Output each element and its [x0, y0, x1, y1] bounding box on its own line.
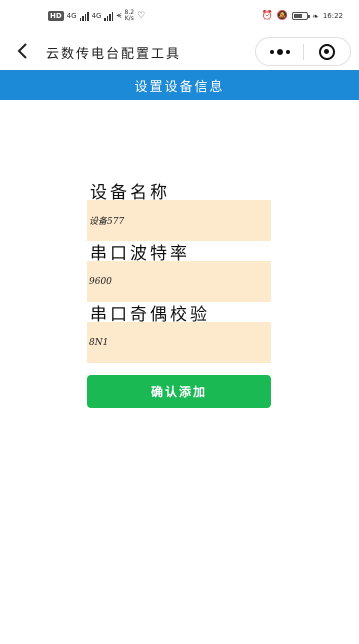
- battery-icon: [292, 12, 311, 20]
- page-title: 云数传电台配置工具: [46, 47, 182, 62]
- status-bar: HD 4G 4G ⪪ 8.2 K/s ♡ ⏰ 🔕 ❧ 16:22: [0, 0, 359, 34]
- leaf-icon: ❧: [312, 11, 319, 21]
- status-right: ⏰ 🔕 ❧ 16:22: [262, 11, 343, 21]
- hd-badge: HD: [48, 11, 64, 21]
- section-header: 设置设备信息: [0, 70, 359, 100]
- confirm-add-button[interactable]: 确认添加: [87, 375, 271, 408]
- more-dot-icon: [285, 49, 290, 54]
- wifi-icon: ⪪: [116, 11, 122, 21]
- signal-label-2: 4G: [91, 12, 102, 20]
- back-button[interactable]: [10, 39, 34, 63]
- signal-label-1: 4G: [66, 12, 77, 20]
- nav-bar: 云数传电台配置工具: [0, 34, 359, 70]
- confirm-add-label: 确认添加: [150, 385, 207, 399]
- status-left: HD 4G 4G ⪪ 8.2 K/s ♡: [48, 10, 145, 22]
- device-name-input[interactable]: 设备577: [87, 200, 271, 241]
- chevron-left-icon: [17, 43, 27, 59]
- network-speed: 8.2 K/s: [125, 10, 135, 22]
- section-title: 设置设备信息: [134, 79, 225, 95]
- capsule-menu: [255, 37, 351, 66]
- baud-rate-input[interactable]: 9600: [87, 261, 271, 302]
- mute-icon: 🔕: [276, 11, 289, 21]
- target-icon: [318, 43, 335, 60]
- heart-icon: ♡: [137, 11, 146, 21]
- signal-icon: [79, 11, 89, 21]
- signal-icon: [104, 11, 114, 21]
- speed-unit: K/s: [124, 15, 134, 22]
- clock-time: 16:22: [322, 12, 343, 20]
- more-button[interactable]: [256, 38, 303, 65]
- more-dot-icon: [269, 49, 274, 54]
- close-miniprogram-button[interactable]: [303, 38, 350, 65]
- parity-input[interactable]: 8N1: [87, 322, 271, 363]
- alarm-icon: ⏰: [261, 11, 273, 21]
- more-dot-icon: [276, 48, 283, 55]
